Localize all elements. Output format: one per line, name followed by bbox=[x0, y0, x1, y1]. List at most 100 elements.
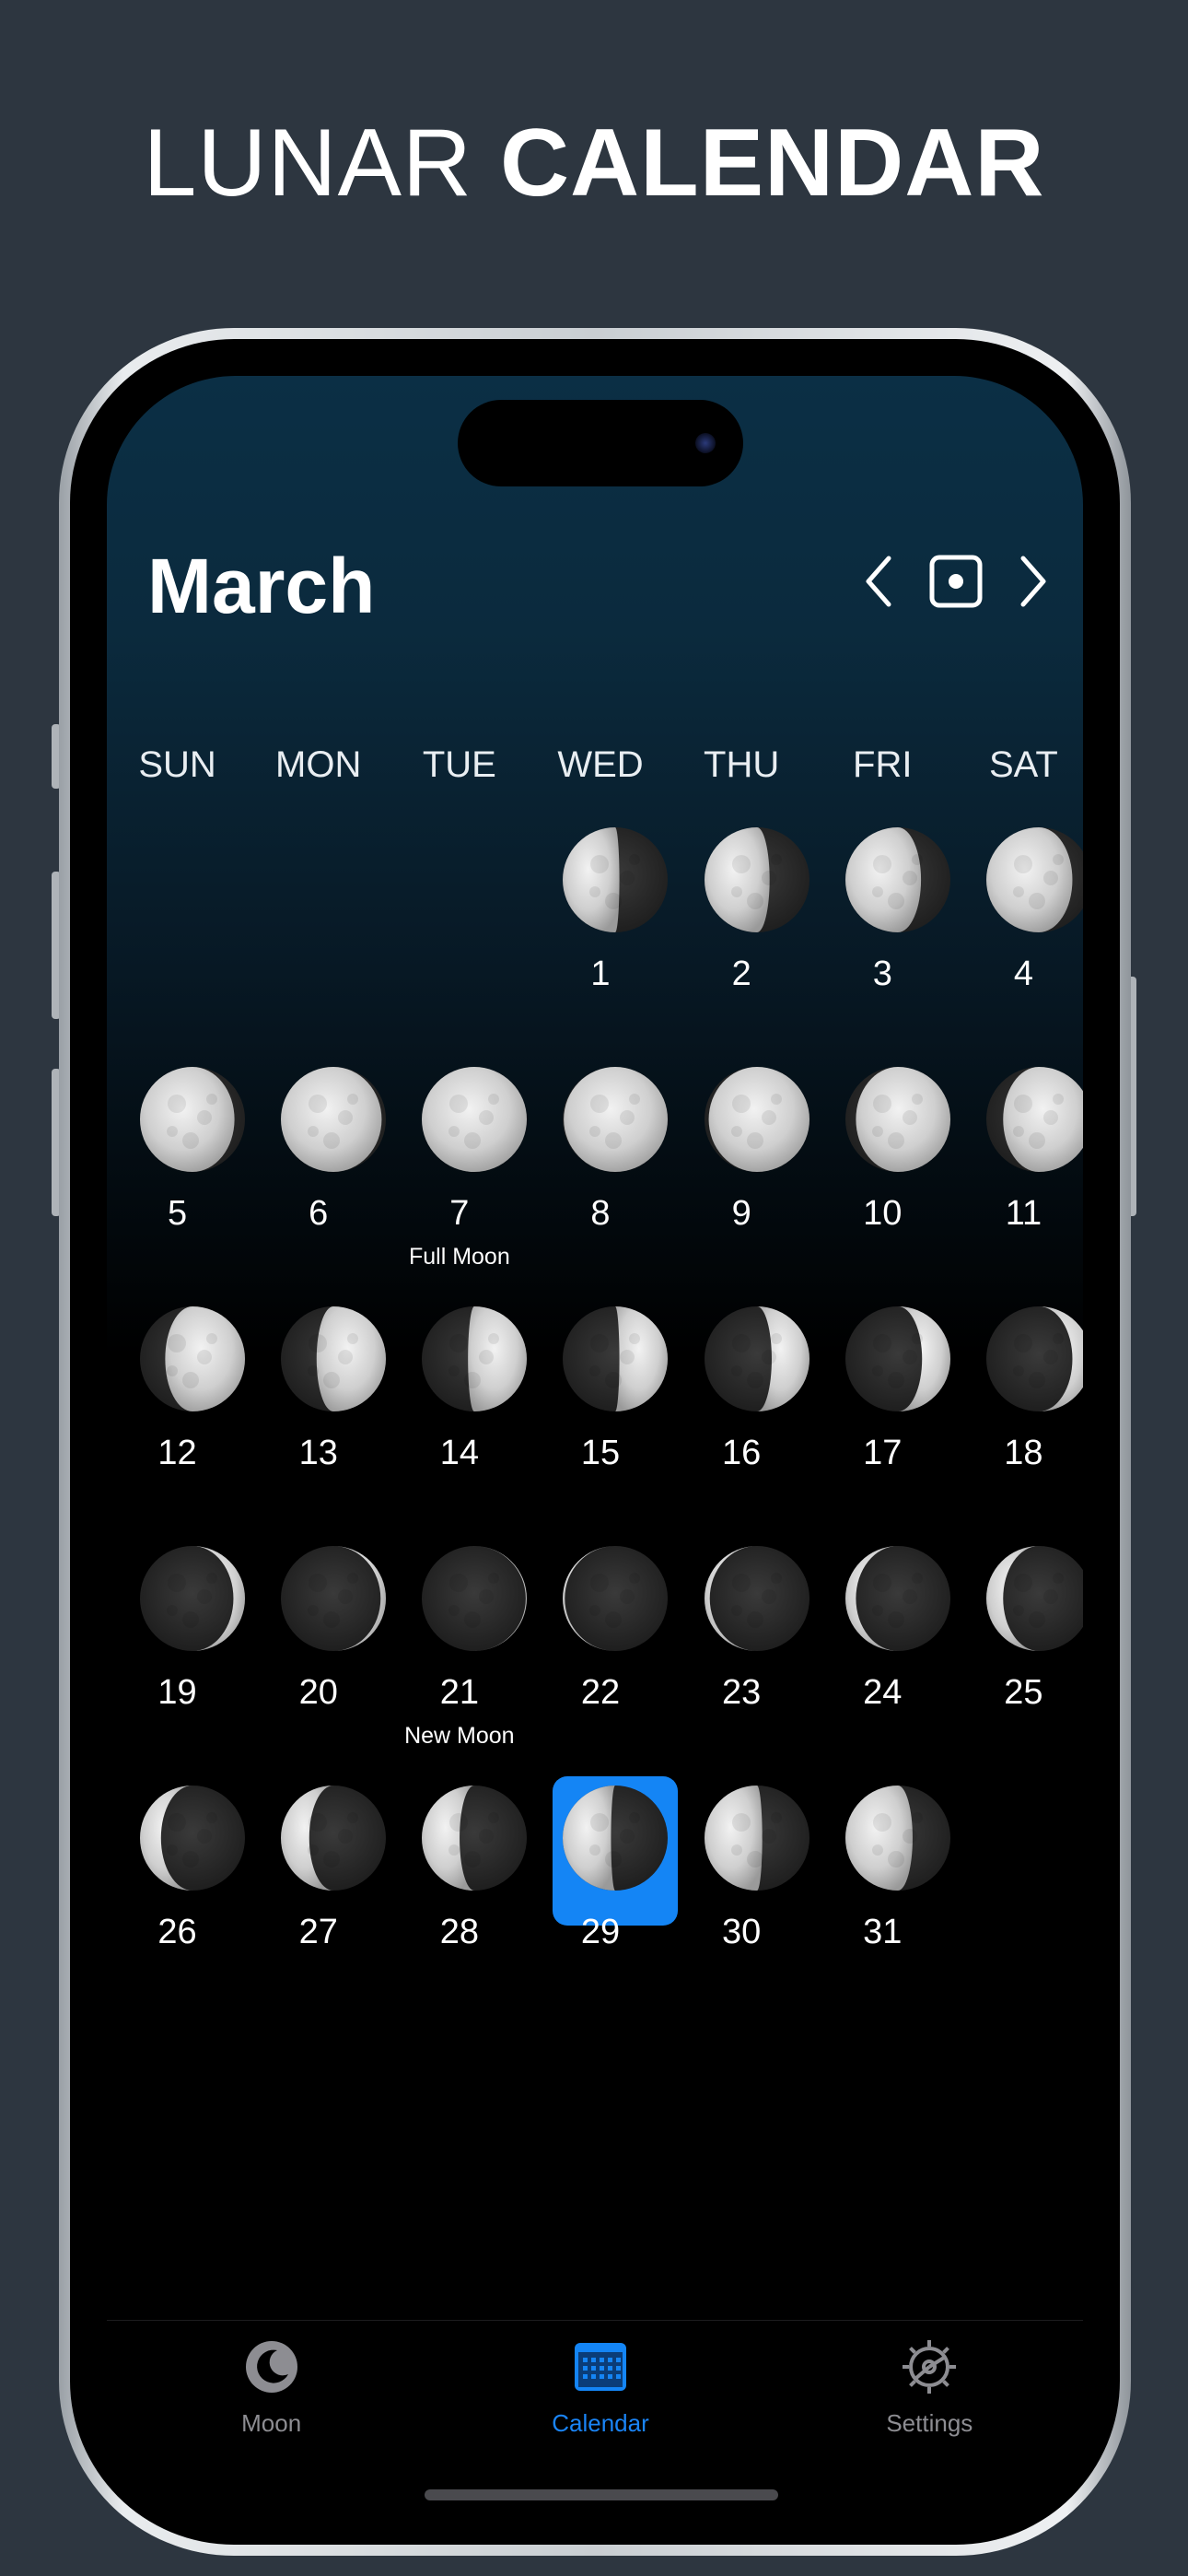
moon-phase-icon bbox=[563, 1786, 669, 1891]
day-cell[interactable]: 8 bbox=[530, 1067, 670, 1306]
day-number: 16 bbox=[721, 1434, 762, 1472]
moon-icon bbox=[242, 2337, 301, 2396]
day-cell[interactable]: 11 bbox=[953, 1067, 1083, 1306]
day-cell[interactable]: 15 bbox=[530, 1306, 670, 1546]
empty-day-cell bbox=[107, 827, 248, 1067]
day-cell[interactable]: 23 bbox=[671, 1546, 812, 1786]
day-number: 3 bbox=[872, 954, 892, 993]
day-cell[interactable]: 5 bbox=[107, 1067, 248, 1306]
day-number: 21 bbox=[439, 1673, 479, 1712]
day-number: 10 bbox=[863, 1194, 903, 1233]
tab-calendar[interactable]: Calendar bbox=[436, 2321, 764, 2495]
day-cell[interactable]: 13 bbox=[248, 1306, 389, 1546]
day-cell[interactable]: 18 bbox=[953, 1306, 1083, 1546]
previous-month-button[interactable] bbox=[849, 549, 908, 614]
moon-phase-icon bbox=[281, 1546, 387, 1651]
day-number: 5 bbox=[168, 1194, 188, 1233]
day-cell[interactable]: 29 bbox=[530, 1776, 679, 2025]
day-cell[interactable]: 7 Full Moon bbox=[389, 1067, 530, 1306]
day-number: 11 bbox=[1005, 1194, 1042, 1233]
day-cell[interactable]: 4 bbox=[953, 827, 1083, 1067]
day-cell[interactable]: 2 bbox=[671, 827, 812, 1067]
day-cell[interactable]: 19 bbox=[107, 1546, 248, 1786]
today-button[interactable] bbox=[926, 549, 985, 614]
moon-phase-icon bbox=[985, 1067, 1083, 1172]
day-cell[interactable]: 1 bbox=[530, 827, 670, 1067]
weekday-header-row: SUN MON TUE WED THU FRI SAT bbox=[107, 744, 1083, 800]
moon-phase-icon bbox=[704, 1546, 809, 1651]
day-cell[interactable]: 30 bbox=[671, 1786, 812, 2025]
day-cell[interactable]: 24 bbox=[812, 1546, 953, 1786]
day-cell[interactable]: 12 bbox=[107, 1306, 248, 1546]
moon-event-label: New Moon bbox=[404, 1723, 515, 1749]
empty-day-cell bbox=[248, 827, 389, 1067]
next-month-button[interactable] bbox=[1004, 549, 1063, 614]
moon-phase-icon bbox=[281, 1067, 387, 1172]
moon-phase-icon bbox=[985, 827, 1083, 932]
phone-bezel: March SUN MON TUE WED THU FRI SAT 1 2 3 … bbox=[70, 339, 1120, 2545]
day-number: 27 bbox=[298, 1913, 338, 1951]
tab-label: Settings bbox=[886, 2409, 973, 2437]
day-number: 9 bbox=[731, 1194, 751, 1233]
home-indicator bbox=[425, 2489, 778, 2500]
day-cell[interactable]: 25 bbox=[953, 1546, 1083, 1786]
day-cell[interactable]: 27 bbox=[248, 1786, 389, 2025]
tab-settings[interactable]: Settings bbox=[765, 2321, 1083, 2495]
weekday-fri: FRI bbox=[853, 744, 913, 785]
day-cell[interactable]: 9 bbox=[671, 1067, 812, 1306]
day-number: 25 bbox=[1004, 1673, 1043, 1712]
moon-phase-icon bbox=[563, 1546, 669, 1651]
moon-phase-icon bbox=[844, 1546, 950, 1651]
calendar-header: March bbox=[147, 533, 1054, 634]
day-number: 23 bbox=[721, 1673, 762, 1712]
promo-title-light: LUNAR bbox=[143, 110, 473, 217]
tab-label: Calendar bbox=[552, 2409, 649, 2437]
day-cell[interactable]: 28 bbox=[389, 1786, 530, 2025]
calendar-grid: 1 2 3 4 5 6 7 Full Moon 8 9 10 11 12 13 14 15 16 17 18 19 20… bbox=[107, 827, 1083, 2025]
moon-phase-icon bbox=[563, 1306, 669, 1411]
moon-phase-icon bbox=[281, 1786, 387, 1891]
day-number: 19 bbox=[157, 1673, 197, 1712]
day-cell[interactable]: 6 bbox=[248, 1067, 389, 1306]
day-cell[interactable]: 3 bbox=[812, 827, 953, 1067]
day-number: 14 bbox=[439, 1434, 479, 1472]
moon-phase-icon bbox=[422, 1546, 528, 1651]
moon-phase-icon bbox=[704, 827, 809, 932]
day-cell[interactable]: 26 bbox=[107, 1786, 248, 2025]
weekday-tue: TUE bbox=[422, 744, 496, 785]
day-cell[interactable]: 22 bbox=[530, 1546, 670, 1786]
day-cell[interactable]: 20 bbox=[248, 1546, 389, 1786]
day-cell[interactable]: 17 bbox=[812, 1306, 953, 1546]
moon-phase-icon bbox=[704, 1786, 809, 1891]
day-number: 24 bbox=[863, 1673, 903, 1712]
moon-phase-icon bbox=[140, 1546, 245, 1651]
day-cell[interactable]: 31 bbox=[812, 1786, 953, 2025]
weekday-wed: WED bbox=[557, 744, 644, 785]
moon-phase-icon bbox=[844, 1786, 950, 1891]
day-cell[interactable]: 10 bbox=[812, 1067, 953, 1306]
moon-phase-icon bbox=[704, 1306, 809, 1411]
day-number: 28 bbox=[439, 1913, 479, 1951]
day-number: 12 bbox=[157, 1434, 197, 1472]
moon-phase-icon bbox=[140, 1306, 245, 1411]
day-cell[interactable]: 21 New Moon bbox=[389, 1546, 530, 1786]
day-number: 20 bbox=[298, 1673, 338, 1712]
moon-phase-icon bbox=[563, 1067, 669, 1172]
tab-moon[interactable]: Moon bbox=[107, 2321, 436, 2495]
day-number: 18 bbox=[1004, 1434, 1043, 1472]
tab-bar: Moon Calendar Settings bbox=[107, 2320, 1083, 2495]
month-title: March bbox=[147, 543, 376, 629]
day-number: 30 bbox=[721, 1913, 762, 1951]
phone-frame: March SUN MON TUE WED THU FRI SAT 1 2 3 … bbox=[59, 328, 1131, 2556]
moon-phase-icon bbox=[422, 1067, 528, 1172]
front-camera-icon bbox=[695, 433, 716, 453]
moon-phase-icon bbox=[422, 1786, 528, 1891]
day-number: 6 bbox=[309, 1194, 329, 1233]
moon-phase-icon bbox=[985, 1306, 1083, 1411]
day-cell[interactable]: 14 bbox=[389, 1306, 530, 1546]
weekday-thu: THU bbox=[704, 744, 780, 785]
day-cell[interactable]: 16 bbox=[671, 1306, 812, 1546]
chevron-right-icon bbox=[1020, 556, 1046, 607]
moon-phase-icon bbox=[844, 1306, 950, 1411]
promo-title: LUNAR CALENDAR bbox=[0, 109, 1188, 218]
